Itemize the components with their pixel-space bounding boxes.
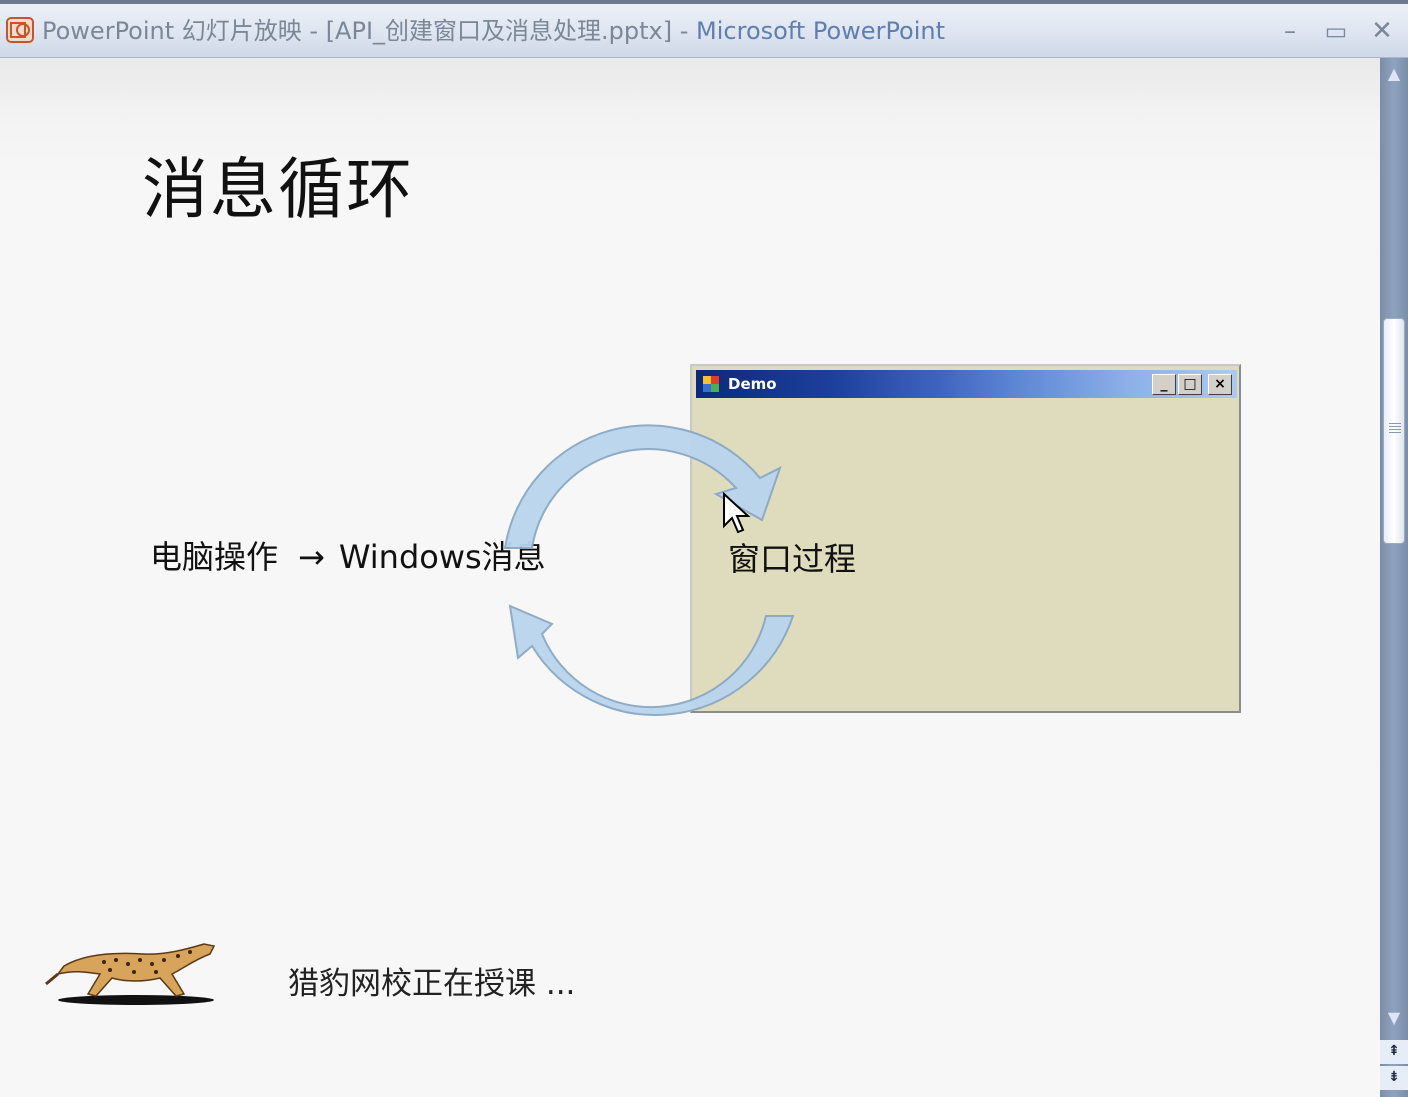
demo-maximize-button[interactable]: □ [1178, 374, 1202, 395]
scroll-down-arrow-icon[interactable]: ▼ [1380, 1006, 1408, 1030]
window-title-app: Microsoft PowerPoint [696, 17, 946, 45]
message-loop-cycle-arrows [503, 424, 795, 716]
powerpoint-app-icon[interactable] [6, 16, 34, 44]
title-bar-top-edge [0, 0, 1408, 4]
flow-description: 电脑操作 → Windows消息 [150, 536, 546, 578]
flow-left-label: 电脑操作 [150, 538, 279, 576]
window-title: PowerPoint 幻灯片放映 - [API_创建窗口及消息处理.pptx] … [42, 16, 945, 46]
vertical-scrollbar[interactable]: ▲ ▼ ⇞ ⇟ [1380, 58, 1408, 1097]
slide-canvas[interactable]: 消息循环 电脑操作 → Windows消息 Demo _ □ × 窗口过程 猎豹… [0, 58, 1380, 1097]
flow-arrow: → [298, 538, 325, 576]
scroll-up-arrow-icon[interactable]: ▲ [1380, 62, 1408, 86]
window-title-bar: PowerPoint 幻灯片放映 - [API_创建窗口及消息处理.pptx] … [0, 0, 1408, 58]
demo-close-button[interactable]: × [1208, 374, 1232, 395]
cycle-arrow-bottom [508, 604, 795, 716]
next-slide-button[interactable]: ⇟ [1380, 1066, 1408, 1090]
window-title-document: PowerPoint 幻灯片放映 - [API_创建窗口及消息处理.pptx] … [42, 17, 697, 45]
footer-caption: 猎豹网校正在授课 ... [288, 966, 576, 1002]
cheetah-logo-icon [45, 943, 216, 1005]
maximize-button[interactable]: ▭ [1318, 16, 1354, 46]
minimize-button[interactable]: – [1272, 16, 1308, 46]
mouse-pointer-icon [723, 492, 751, 534]
scroll-thumb[interactable] [1383, 318, 1405, 544]
previous-slide-button[interactable]: ⇞ [1380, 1040, 1408, 1064]
close-button[interactable]: ✕ [1364, 16, 1400, 46]
demo-minimize-button[interactable]: _ [1152, 374, 1176, 395]
scroll-grip-icon [1389, 423, 1401, 433]
slide-title: 消息循环 [142, 151, 414, 228]
